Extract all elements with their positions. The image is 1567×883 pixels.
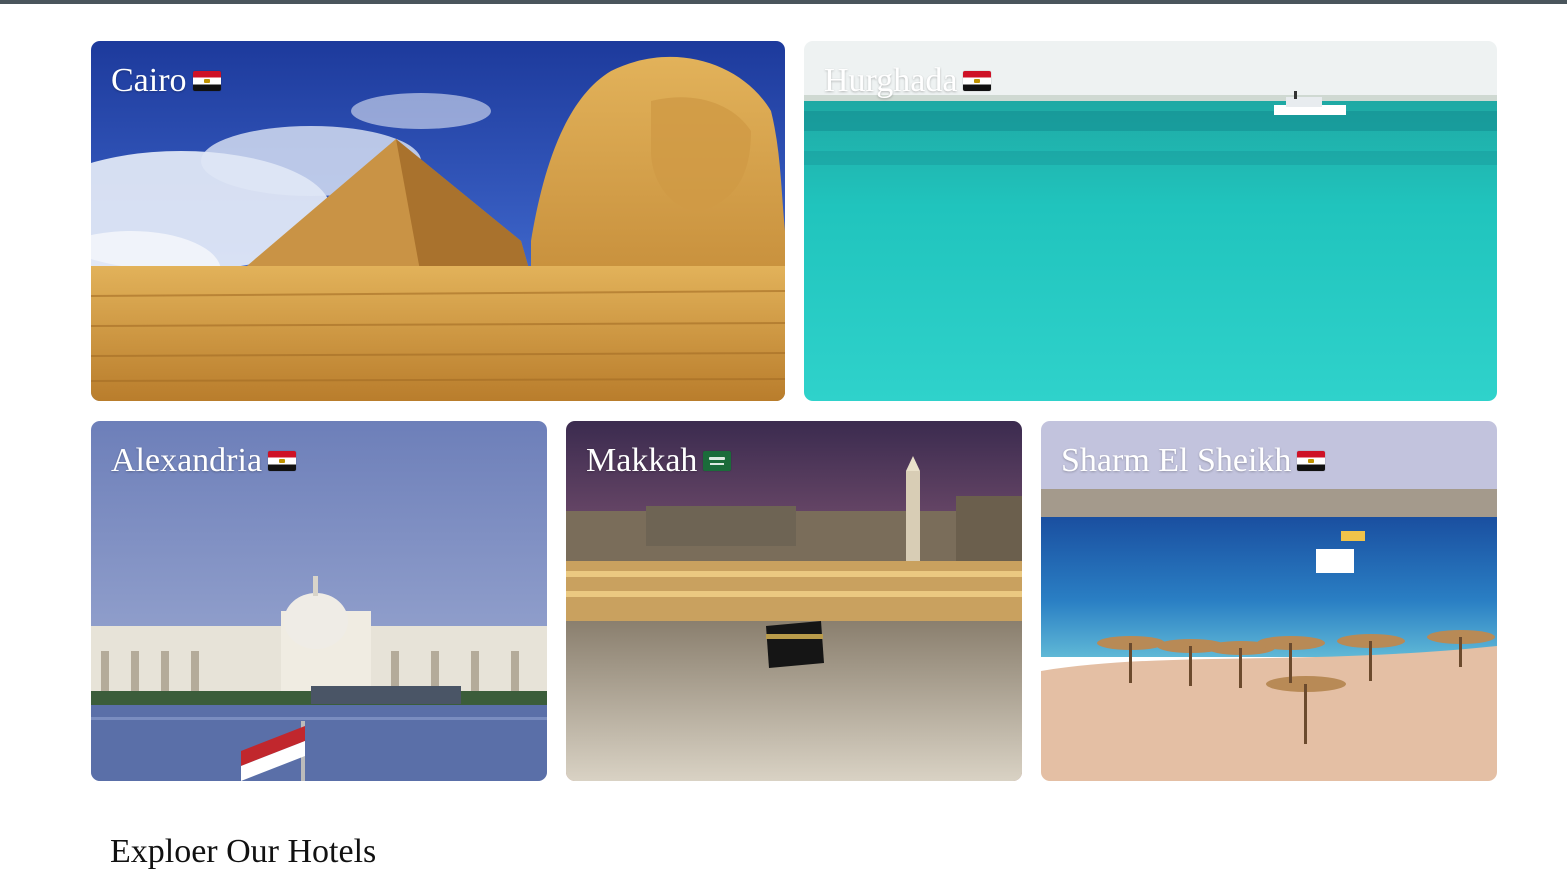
destination-name: Sharm El Sheikh <box>1061 442 1292 479</box>
saudi-arabia-flag-icon <box>703 451 732 471</box>
destination-name: Alexandria <box>111 442 263 479</box>
destination-card-sharm-el-sheikh[interactable]: Sharm El Sheikh <box>1041 421 1497 781</box>
destination-card-hurghada[interactable]: Hurghada <box>804 41 1497 401</box>
top-bar <box>0 0 1567 4</box>
destination-label: Hurghada <box>824 61 992 101</box>
destination-label: Cairo <box>111 61 221 101</box>
egypt-flag-icon <box>1297 451 1326 471</box>
egypt-flag-icon <box>963 71 992 91</box>
destination-name: Cairo <box>111 62 187 99</box>
destination-label: Sharm El Sheikh <box>1061 441 1326 481</box>
destination-card-cairo[interactable]: Cairo <box>91 41 785 401</box>
destination-label: Makkah <box>586 441 732 481</box>
egypt-flag-icon <box>268 451 297 471</box>
destination-card-alexandria[interactable]: Alexandria <box>91 421 547 781</box>
egypt-flag-icon <box>192 71 221 91</box>
destination-label: Alexandria <box>111 441 297 481</box>
destination-name: Hurghada <box>824 62 958 99</box>
destination-name: Makkah <box>586 442 698 479</box>
destination-card-makkah[interactable]: Makkah <box>566 421 1022 781</box>
hotels-section-title: Exploer Our Hotels <box>110 833 377 870</box>
